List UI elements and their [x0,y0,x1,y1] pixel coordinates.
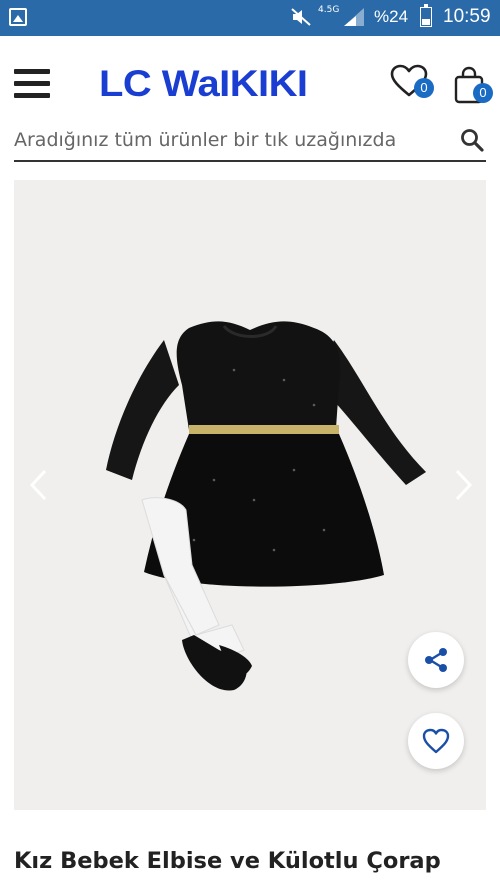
app-header: LC WaIKIKI 0 0 [0,36,500,166]
favorites-button[interactable]: 0 [390,64,434,104]
network-type: 4.5G [318,5,340,15]
signal-icon [344,8,364,26]
search-input[interactable] [14,124,444,156]
search-icon[interactable] [460,128,484,152]
chevron-right-icon[interactable] [448,465,478,505]
mute-icon [291,8,311,26]
chevron-left-icon[interactable] [24,465,54,505]
image-icon [9,8,27,26]
cart-count-badge: 0 [473,83,493,103]
product-photo [106,321,426,691]
clock: 10:59 [443,6,491,27]
product-image-carousel[interactable] [14,180,486,810]
status-bar: 4.5G %24 10:59 [0,0,500,36]
brand-logo[interactable]: LC WaIKIKI [99,63,308,105]
battery-icon [420,4,432,27]
menu-icon[interactable] [14,69,50,99]
share-icon [425,648,447,672]
cart-button[interactable]: 0 [454,66,494,108]
product-title: Kız Bebek Elbise ve Külotlu Çorap [14,848,441,874]
heart-icon [422,728,450,754]
favorites-count-badge: 0 [414,78,434,98]
battery-percent: %24 [374,7,409,26]
search-bar [14,120,486,162]
share-button[interactable] [408,632,464,688]
add-to-favorites-button[interactable] [408,713,464,769]
